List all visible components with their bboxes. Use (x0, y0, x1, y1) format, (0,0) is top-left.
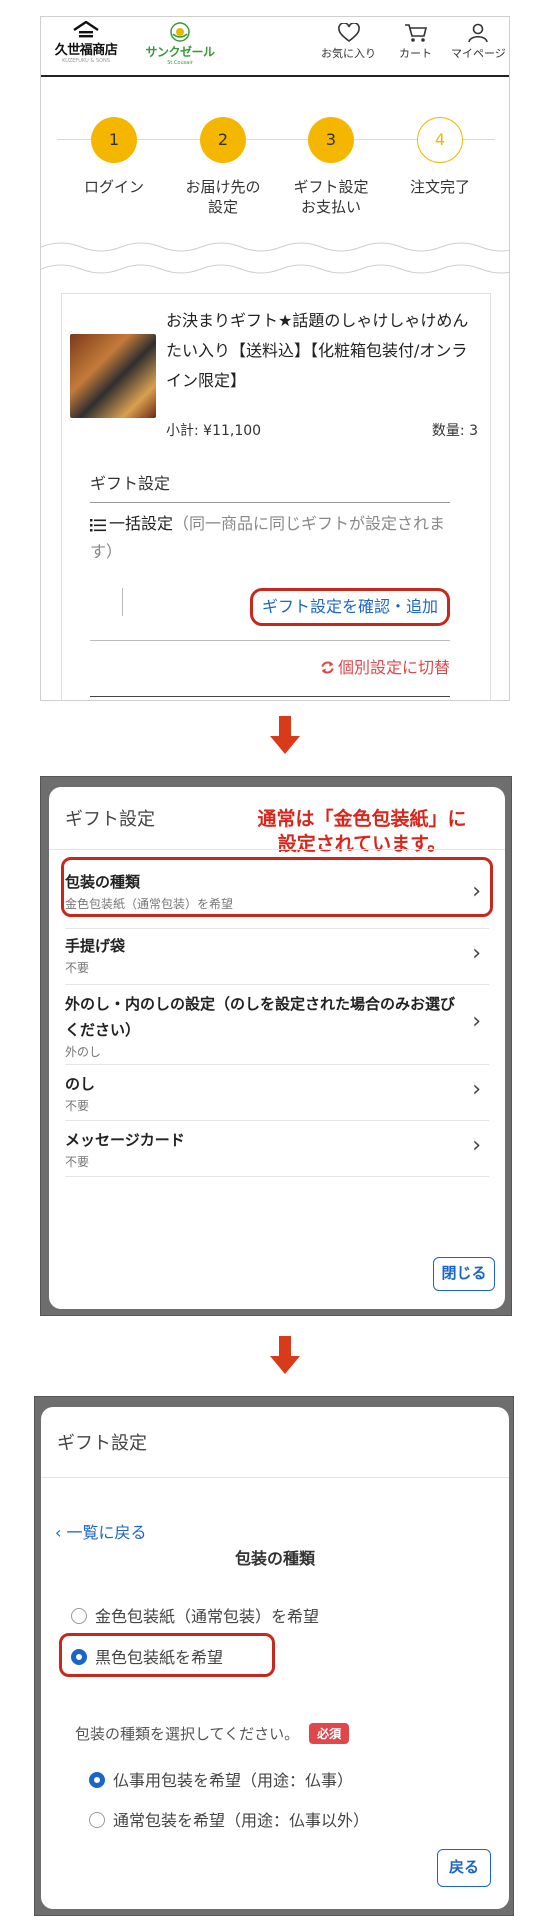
step-number: 3 (308, 117, 354, 163)
step-label: ギフト設定 お支払い (293, 178, 369, 216)
nav-favorites-label: お気に入り (321, 47, 376, 60)
user-icon (468, 23, 489, 43)
modal-title: ギフト設定 (65, 809, 155, 830)
option-handbag[interactable]: 手提げ袋 不要 › (65, 929, 489, 985)
step-number: 4 (417, 117, 463, 163)
modal-divider (49, 849, 505, 850)
nav-mypage[interactable]: マイページ (451, 23, 506, 61)
option-name: メッセージカード (65, 1131, 185, 1149)
step-label: お届け先の 設定 (185, 178, 261, 216)
section-title: 包装の種類 (234, 1549, 315, 1568)
radio-label: 金色包装紙（通常包装）を希望 (95, 1607, 320, 1626)
saint-cousair-logo[interactable]: サンクゼール St.Cousair (134, 21, 226, 66)
radio-off-icon (71, 1608, 87, 1624)
site-header: 久世福商店 KUZEFUKU & SONS サンクゼール St.Cousair … (41, 17, 509, 77)
flow-arrow-down (270, 1336, 300, 1374)
product-quantity: 数量: 3 (431, 423, 478, 439)
option-name: 手提げ袋 (65, 937, 126, 955)
step-complete: 4 注文完了 (393, 117, 487, 197)
step-delivery: 2 お届け先の 設定 (176, 117, 270, 217)
brand-sun: サンクゼール (145, 45, 215, 59)
modal-title: ギフト設定 (57, 1433, 147, 1454)
confirm-gift-button[interactable]: ギフト設定を確認・追加 (250, 588, 450, 626)
highlight-box (61, 857, 493, 917)
option-name: のし (65, 1075, 96, 1093)
cart-item: お決まりギフト★話題のしゃけしゃけめんたい入り【送料込】【化粧箱包装付/オンライ… (61, 293, 491, 700)
heart-icon (337, 23, 360, 43)
close-button[interactable]: 閉じる (433, 1257, 495, 1291)
sun-logo-icon (170, 22, 190, 42)
step-login: 1 ログイン (67, 117, 161, 197)
option-value: 不要 (65, 1155, 90, 1169)
radio-buddhist-wrapping[interactable]: 仏事用包装を希望（用途：仏事） (89, 1767, 353, 1791)
radio-on-icon (89, 1772, 105, 1788)
back-to-list-label: 一覧に戻る (66, 1523, 147, 1542)
flow-arrow-down (270, 716, 300, 754)
back-button[interactable]: 戻る (437, 1849, 491, 1887)
chevron-right-icon: › (472, 1077, 481, 1102)
brand-sun-sub: St.Cousair (167, 60, 193, 66)
sub-prompt: 包装の種類を選択してください。 必須 (75, 1723, 350, 1744)
option-message-card[interactable]: メッセージカード 不要 › (65, 1121, 489, 1177)
switch-individual-link[interactable]: 個別設定に切替 (320, 654, 450, 678)
torn-divider (41, 242, 509, 274)
nav-cart[interactable]: カート (399, 23, 432, 61)
refresh-icon (321, 661, 334, 674)
brand-kuze-tagline: KUZEFUKU & SONS (62, 58, 110, 64)
list-icon (90, 518, 106, 531)
checkout-steps: 1 ログイン 2 お届け先の 設定 3 ギフト設定 お支払い 4 注文完了 (41, 79, 509, 219)
bulk-setting-label: 一括設定 (109, 514, 174, 533)
gift-settings-modal: ギフト設定 通常は「金色包装紙」に 設定されています。 包装の種類 金色包装紙（… (49, 787, 505, 1309)
switch-individual-label: 個別設定に切替 (337, 658, 450, 677)
radio-label: 仏事用包装を希望（用途：仏事） (113, 1771, 354, 1790)
radio-gold-wrapping[interactable]: 金色包装紙（通常包装）を希望 (71, 1603, 319, 1627)
chevron-right-icon: › (472, 1133, 481, 1158)
radio-regular-wrapping[interactable]: 通常包装を希望（用途：仏事以外） (89, 1807, 369, 1831)
brand-kuze: 久世福商店 (54, 43, 118, 58)
divider-bar (122, 588, 123, 616)
chevron-right-icon: › (472, 1009, 481, 1034)
required-badge: 必須 (309, 1723, 350, 1744)
nav-mypage-label: マイページ (451, 47, 506, 60)
nav-cart-label: カート (399, 47, 432, 60)
radio-label: 通常包装を希望（用途：仏事以外） (113, 1811, 370, 1830)
step-gift-payment: 3 ギフト設定 お支払い (284, 117, 378, 217)
option-noshi[interactable]: のし 不要 › (65, 1065, 489, 1121)
product-subtotal: 小計: ¥11,100 (166, 423, 262, 439)
wrapping-detail-overlay: ギフト設定 ‹ 一覧に戻る 包装の種類 金色包装紙（通常包装）を希望 黒色包装紙… (34, 1396, 514, 1916)
chevron-right-icon: › (472, 941, 481, 966)
divider (90, 640, 450, 641)
sub-prompt-text: 包装の種類を選択してください。 (75, 1725, 300, 1743)
highlight-box (59, 1633, 275, 1677)
divider (90, 696, 450, 697)
option-name: 外のし・内のしの設定（のしを設定された場合のみお選びください） (65, 995, 456, 1039)
option-noshi-placement[interactable]: 外のし・内のしの設定（のしを設定された場合のみお選びください） 外のし › (65, 985, 489, 1065)
option-value: 不要 (65, 1099, 90, 1113)
cart-icon (404, 24, 427, 42)
option-value: 不要 (65, 961, 90, 975)
option-value: 外のし (65, 1045, 102, 1059)
chevron-left-icon: ‹ (55, 1523, 67, 1542)
product-title[interactable]: お決まりギフト★話題のしゃけしゃけめんたい入り【送料込】【化粧箱包装付/オンライ… (166, 306, 478, 396)
order-screen: 久世福商店 KUZEFUKU & SONS サンクゼール St.Cousair … (40, 16, 510, 701)
gift-settings-overlay: ギフト設定 通常は「金色包装紙」に 設定されています。 包装の種類 金色包装紙（… (40, 776, 512, 1316)
product-image[interactable] (70, 334, 156, 418)
nav-favorites[interactable]: お気に入り (321, 23, 376, 61)
wrapping-detail-modal: ギフト設定 ‹ 一覧に戻る 包装の種類 金色包装紙（通常包装）を希望 黒色包装紙… (41, 1407, 509, 1909)
house-icon (73, 21, 99, 38)
step-label: ログイン (83, 178, 144, 196)
step-label: 注文完了 (409, 178, 470, 196)
step-number: 2 (200, 117, 246, 163)
radio-off-icon (89, 1812, 105, 1828)
modal-divider (41, 1477, 509, 1478)
gift-settings-heading: ギフト設定 (90, 470, 450, 503)
bulk-setting: 一括設定（同一商品に同じギフトが設定されます） (90, 510, 462, 566)
kuze-logo[interactable]: 久世福商店 KUZEFUKU & SONS (43, 21, 129, 64)
step-number: 1 (91, 117, 137, 163)
back-to-list-link[interactable]: ‹ 一覧に戻る (55, 1519, 147, 1543)
